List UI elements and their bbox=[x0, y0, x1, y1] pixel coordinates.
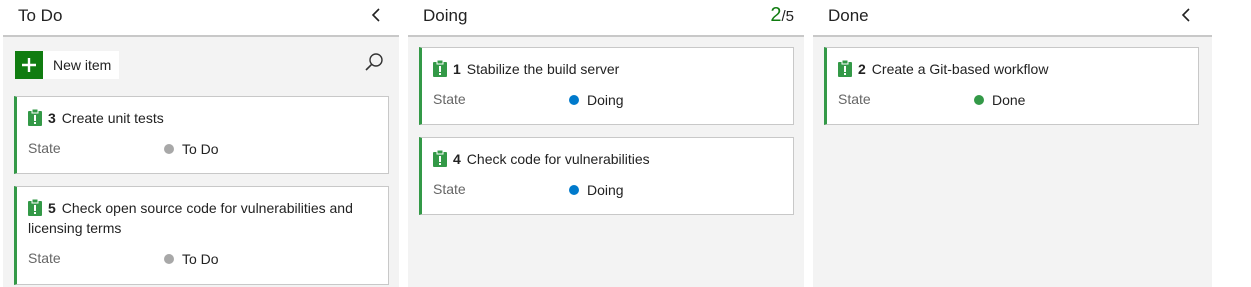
work-item-title: Check open source code for vulnerabiliti… bbox=[28, 200, 353, 236]
state-value[interactable]: To Do bbox=[164, 141, 219, 157]
work-item-card[interactable]: 1 Stabilize the build server State Doing bbox=[419, 47, 794, 125]
state-text: To Do bbox=[182, 251, 219, 267]
work-item-card[interactable]: 2 Create a Git-based workflow State Done bbox=[824, 47, 1199, 125]
state-value[interactable]: Done bbox=[974, 92, 1025, 108]
work-item-id: 5 bbox=[48, 200, 56, 216]
state-value[interactable]: To Do bbox=[164, 251, 219, 267]
search-icon[interactable] bbox=[364, 52, 384, 72]
clipboard-icon bbox=[28, 198, 42, 216]
state-label: State bbox=[28, 140, 61, 156]
state-dot-icon bbox=[164, 144, 174, 154]
clipboard-icon bbox=[433, 149, 447, 167]
card-title-row: 4 Check code for vulnerabilities bbox=[433, 149, 785, 169]
wip-limit: /5 bbox=[781, 8, 794, 25]
card-title-row: 5 Check open source code for vulnerabilit… bbox=[28, 198, 380, 238]
clipboard-icon bbox=[838, 59, 852, 77]
column-body: 2 Create a Git-based workflow State Done bbox=[813, 37, 1212, 287]
column-body: 1 Stabilize the build server State Doing … bbox=[408, 37, 804, 287]
work-item-title: Create unit tests bbox=[61, 110, 164, 126]
column-header: To Do bbox=[3, 0, 399, 37]
column-header: Done bbox=[813, 0, 1212, 37]
state-value[interactable]: Doing bbox=[569, 182, 624, 198]
column-todo: To Do New item 3 Create unit tests State… bbox=[3, 0, 399, 287]
work-item-card[interactable]: 5 Check open source code for vulnerabilit… bbox=[14, 186, 389, 285]
new-item-label: New item bbox=[53, 57, 112, 73]
work-item-id: 2 bbox=[858, 61, 866, 77]
wip-count: 2 bbox=[770, 4, 782, 26]
work-item-id: 1 bbox=[453, 61, 461, 77]
state-value[interactable]: Doing bbox=[569, 92, 624, 108]
column-done: Done 2 Create a Git-based workflow State … bbox=[813, 0, 1212, 287]
state-dot-icon bbox=[164, 254, 174, 264]
state-label: State bbox=[433, 91, 466, 107]
state-text: Doing bbox=[587, 182, 624, 198]
state-text: Done bbox=[992, 92, 1026, 108]
work-item-card[interactable]: 3 Create unit tests State To Do bbox=[14, 96, 389, 174]
column-header: Doing 2/5 bbox=[408, 0, 804, 37]
clipboard-icon bbox=[28, 108, 42, 126]
state-dot-icon bbox=[569, 95, 579, 105]
work-item-id: 4 bbox=[453, 151, 461, 167]
kanban-board: To Do New item 3 Create unit tests State… bbox=[0, 0, 1251, 287]
clipboard-icon bbox=[433, 59, 447, 77]
state-label: State bbox=[28, 250, 61, 266]
work-item-title: Create a Git-based workflow bbox=[871, 61, 1049, 77]
wip-limit-indicator: 2/5 bbox=[770, 4, 794, 27]
column-body: New item 3 Create unit tests State To Do bbox=[3, 37, 399, 287]
state-dot-icon bbox=[569, 185, 579, 195]
state-label: State bbox=[838, 91, 871, 107]
column-title: Done bbox=[828, 6, 869, 25]
state-dot-icon bbox=[974, 95, 984, 105]
work-item-id: 3 bbox=[48, 110, 56, 126]
new-item-button[interactable]: New item bbox=[15, 51, 120, 79]
card-title-row: 2 Create a Git-based workflow bbox=[838, 59, 1190, 79]
chevron-left-icon[interactable] bbox=[369, 6, 385, 24]
state-text: To Do bbox=[182, 141, 219, 157]
work-item-card[interactable]: 4 Check code for vulnerabilities State Do… bbox=[419, 137, 794, 215]
plus-icon bbox=[15, 51, 43, 79]
card-title-row: 3 Create unit tests bbox=[28, 108, 380, 128]
state-text: Doing bbox=[587, 92, 624, 108]
column-title: To Do bbox=[18, 6, 63, 25]
column-title: Doing bbox=[423, 6, 468, 25]
card-title-row: 1 Stabilize the build server bbox=[433, 59, 785, 79]
state-label: State bbox=[433, 181, 466, 197]
work-item-title: Stabilize the build server bbox=[466, 61, 620, 77]
column-doing: Doing 2/5 1 Stabilize the build server St… bbox=[408, 0, 804, 287]
work-item-title: Check code for vulnerabilities bbox=[466, 151, 650, 167]
chevron-left-icon[interactable] bbox=[1179, 6, 1195, 24]
